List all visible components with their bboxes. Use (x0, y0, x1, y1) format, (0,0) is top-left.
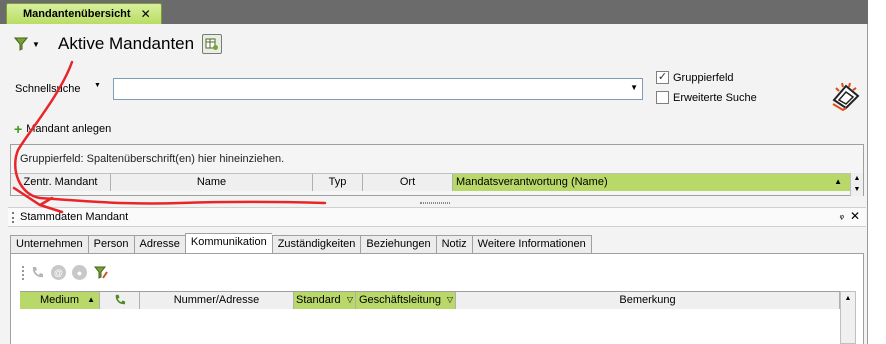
toolbar-grip-icon (22, 265, 24, 280)
checkbox-unchecked-icon[interactable] (656, 91, 669, 104)
header: ▼ Aktive Mandanten (10, 32, 223, 56)
sort-asc-icon: ▲ (834, 177, 842, 186)
chevron-down-icon[interactable]: ▼ (630, 83, 638, 92)
scrollbar[interactable]: ▲ ▼ (850, 173, 863, 196)
drag-grip-icon[interactable] (12, 212, 14, 223)
phone-icon (115, 294, 125, 305)
plus-icon: + (14, 120, 23, 137)
filter-button[interactable]: ▼ (10, 32, 44, 56)
group-field-label: Gruppierfeld (673, 71, 734, 84)
scrollbar[interactable]: ▲ (840, 291, 856, 344)
at-icon[interactable]: @ (51, 265, 66, 280)
group-hint: Gruppierfeld: Spaltenüberschrift(en) hie… (20, 153, 285, 165)
filter-icon: ▽ (446, 295, 453, 304)
column-header-bemerkung[interactable]: Bemerkung (456, 292, 840, 309)
column-header-label: Geschäftsleitung (359, 294, 441, 306)
column-header-mandatsverantwortung[interactable]: Mandatsverantwortung (Name) ▲ (453, 174, 851, 191)
tab-label: Mandantenübersicht (23, 8, 131, 20)
extended-search-checkbox[interactable]: Erweiterte Suche (656, 91, 757, 104)
tab-weitere-informationen[interactable]: Weitere Informationen (471, 235, 592, 254)
column-header-label: Standard (296, 294, 341, 306)
close-icon[interactable]: ✕ (141, 4, 151, 25)
filter-edit-icon[interactable] (93, 265, 108, 280)
column-header-standard[interactable]: Standard ▽ (294, 292, 356, 309)
column-header-zentr-mandant[interactable]: Zentr. Mandant (11, 174, 111, 191)
column-header-phone[interactable] (100, 292, 140, 309)
column-header-label: Mandatsverantwortung (Name) (456, 176, 608, 188)
column-header-medium[interactable]: Medium ▲ (20, 292, 100, 309)
pin-icon[interactable]: ᵩ (840, 210, 844, 221)
splitter-handle[interactable] (420, 202, 450, 204)
column-header-typ[interactable]: Typ (313, 174, 363, 191)
main-panel: ▼ Aktive Mandanten Schnellsuche ▼ ▼ ✓ Gr… (0, 24, 868, 344)
communication-grid-header: Medium ▲ Nummer/Adresse Standard ▽ Gesch… (20, 291, 840, 309)
column-header-label: Medium (39, 294, 80, 306)
detail-panel-header: Stammdaten Mandant ᵩ ✕ (8, 207, 866, 227)
grid-settings-icon[interactable] (202, 34, 223, 54)
filter-icon (14, 37, 29, 51)
column-header-nummer-adresse[interactable]: Nummer/Adresse (140, 292, 294, 309)
column-header-name[interactable]: Name (111, 174, 313, 191)
communication-toolbar: @ ● (22, 265, 108, 280)
add-client-label: Mandant anlegen (26, 123, 112, 135)
close-icon[interactable]: ✕ (850, 209, 860, 223)
panel-title: Stammdaten Mandant (20, 211, 129, 223)
detail-tabs: Unternehmen Person Adresse Kommunikation… (10, 233, 592, 254)
page-title: Aktive Mandanten (58, 34, 195, 53)
tab-adresse[interactable]: Adresse (133, 235, 185, 254)
checkbox-checked-icon[interactable]: ✓ (656, 71, 669, 84)
chevron-down-icon[interactable]: ▼ (94, 82, 101, 89)
tab-notiz[interactable]: Notiz (435, 235, 472, 254)
search-field[interactable]: ▼ (113, 78, 643, 100)
tab-beziehungen[interactable]: Beziehungen (360, 235, 436, 254)
sort-asc-icon: ▲ (87, 295, 95, 304)
tab-mandantenuebersicht[interactable]: Mandantenübersicht ✕ (6, 3, 162, 25)
circle-icon[interactable]: ● (72, 265, 87, 280)
quicksearch-label: Schnellsuche (15, 83, 81, 95)
logo-icon (832, 82, 860, 112)
tab-unternehmen[interactable]: Unternehmen (10, 235, 88, 254)
column-header-ort[interactable]: Ort (363, 174, 453, 191)
group-field-checkbox[interactable]: ✓ Gruppierfeld (656, 71, 734, 84)
phone-icon[interactable] (30, 265, 45, 280)
client-grid: Gruppierfeld: Spaltenüberschrift(en) hie… (10, 144, 864, 196)
grid-header: Zentr. Mandant Name Typ Ort Mandatsveran… (11, 173, 851, 191)
filter-icon: ▽ (346, 295, 353, 304)
column-header-geschaeftsleitung[interactable]: Geschäftsleitung ▽ (356, 292, 456, 309)
tab-zustaendigkeiten[interactable]: Zuständigkeiten (271, 235, 361, 254)
chevron-down-icon: ▼ (32, 39, 40, 49)
document-tab-bar: Mandantenübersicht ✕ (0, 0, 868, 25)
tab-person[interactable]: Person (87, 235, 134, 254)
extended-search-label: Erweiterte Suche (673, 91, 757, 104)
tab-kommunikation[interactable]: Kommunikation (184, 233, 272, 254)
add-client-button[interactable]: + Mandant anlegen (14, 120, 112, 137)
search-input[interactable] (117, 80, 617, 98)
